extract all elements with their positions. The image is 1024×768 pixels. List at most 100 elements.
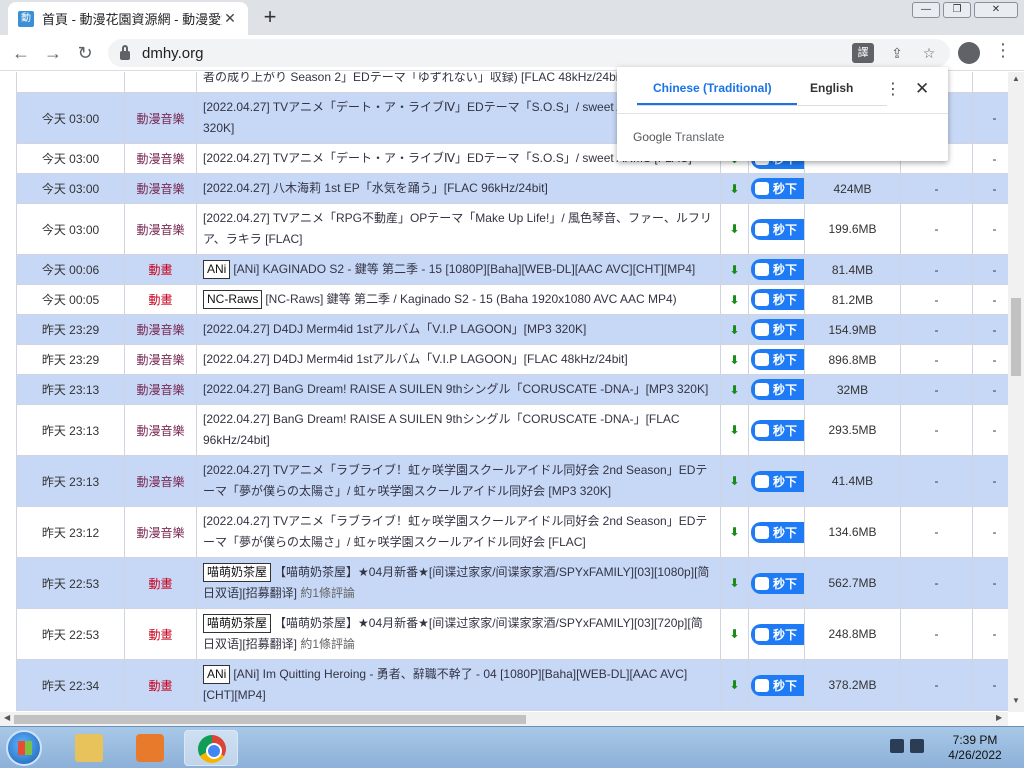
more-options-icon[interactable]: ⋮ (885, 79, 901, 99)
taskbar-explorer[interactable] (62, 730, 116, 766)
torrent-title-link[interactable]: [2022.04.27] TVアニメ「RPG不動産」OPテーマ「Make Up … (203, 211, 712, 246)
category-link[interactable]: 動漫音樂 (136, 383, 184, 397)
download-arrow-icon[interactable]: ⬇ (729, 353, 739, 367)
network-icon[interactable] (890, 739, 904, 753)
download-arrow-icon[interactable]: ⬇ (729, 576, 739, 590)
download-arrow-icon[interactable]: ⬇ (729, 525, 739, 539)
vertical-scrollbar[interactable]: ▲ ▼ (1008, 72, 1024, 712)
share-icon[interactable]: ⇪ (886, 43, 908, 63)
team-tag[interactable]: 喵萌奶茶屋 (203, 614, 272, 633)
download-arrow-icon[interactable]: ⬇ (729, 323, 739, 337)
close-window-button[interactable]: ✕ (974, 2, 1018, 18)
address-bar[interactable]: dmhy.org 譯 ⇪ ☆ (108, 39, 950, 67)
taskbar-media-player[interactable] (123, 730, 177, 766)
horizontal-scroll-thumb[interactable] (14, 715, 526, 724)
file-size: 896.8MB (804, 344, 901, 375)
start-button-icon[interactable] (6, 730, 42, 766)
magnet-download-button[interactable]: 秒下 (751, 470, 804, 492)
scroll-right-icon[interactable]: ▶ (996, 713, 1002, 722)
close-icon[interactable]: ✕ (915, 79, 929, 99)
category-link[interactable]: 動畫 (148, 628, 172, 642)
category-link[interactable]: 動漫音樂 (136, 223, 184, 237)
torrent-title-link[interactable]: [2022.04.27] BanG Dream! RAISE A SUILEN … (203, 382, 708, 396)
magnet-download-button[interactable]: 秒下 (751, 419, 804, 441)
torrent-title-link[interactable]: [ANi] KAGINADO S2 - 鍵等 第二季 - 15 [1080P][… (233, 262, 695, 276)
url-text[interactable]: dmhy.org (142, 45, 203, 62)
download-arrow-icon[interactable]: ⬇ (729, 474, 739, 488)
torrent-title-link[interactable]: [2022.04.27] TVアニメ「ラブライブ！虹ヶ咲学園スクールアイドル同好… (203, 514, 707, 549)
profile-avatar-icon[interactable] (958, 42, 980, 64)
category-link[interactable]: 動漫音樂 (136, 526, 184, 540)
torrent-title-link[interactable]: [2022.04.27] TVアニメ「ラブライブ！虹ヶ咲学園スクールアイドル同好… (203, 463, 707, 498)
tab-close-icon[interactable]: ✕ (222, 10, 238, 27)
translate-icon[interactable]: 譯 (852, 43, 874, 63)
magnet-download-button[interactable]: 秒下 (751, 178, 804, 199)
category-link[interactable]: 動畫 (148, 263, 172, 277)
magnet-download-button[interactable]: 秒下 (751, 349, 804, 370)
category-link[interactable]: 動漫音樂 (136, 323, 184, 337)
title-cell: [2022.04.27] 八木海莉 1st EP「水気を踊う」[FLAC 96k… (196, 173, 721, 204)
torrent-title-link[interactable]: [2022.04.27] 八木海莉 1st EP「水気を踊う」[FLAC 96k… (203, 181, 548, 195)
torrent-title-link[interactable]: [2022.04.27] D4DJ Merm4id 1stアルバム「V.I.P … (203, 322, 586, 336)
reload-button[interactable]: ↻ (72, 40, 98, 66)
download-arrow-icon[interactable]: ⬇ (729, 423, 739, 437)
category-link[interactable]: 動漫音樂 (136, 152, 184, 166)
system-clock[interactable]: 7:39 PM 4/26/2022 (940, 733, 1010, 763)
comment-count[interactable]: 約1條評論 (300, 637, 355, 651)
category-link[interactable]: 動畫 (148, 293, 172, 307)
category-link[interactable]: 動漫音樂 (136, 353, 184, 367)
magnet-download-button[interactable]: 秒下 (751, 521, 804, 543)
horizontal-scrollbar[interactable]: ◀ ▶ (0, 712, 1008, 726)
tab-english[interactable]: English (810, 81, 853, 95)
comment-count[interactable]: 約1條評論 (300, 586, 355, 600)
torrent-title-link[interactable]: 【喵萌奶茶屋】★04月新番★[间谍过家家/间谍家家酒/SPYxFAMILY][0… (203, 565, 709, 600)
download-arrow-icon[interactable]: ⬇ (729, 678, 739, 692)
back-button[interactable]: ← (8, 40, 34, 66)
download-arrow-icon[interactable]: ⬇ (729, 627, 739, 641)
category-link[interactable]: 動漫音樂 (136, 182, 184, 196)
torrent-title-link[interactable]: [2022.04.27] BanG Dream! RAISE A SUILEN … (203, 412, 680, 447)
category-link[interactable]: 動畫 (148, 577, 172, 591)
magnet-download-button[interactable]: 秒下 (751, 572, 804, 594)
category-link[interactable]: 動漫音樂 (136, 112, 184, 126)
minimize-button[interactable]: — (912, 2, 940, 18)
team-tag[interactable]: NC-Raws (203, 290, 263, 309)
browser-tab[interactable]: 動 首頁 - 動漫花園資源網 - 動漫愛好 ✕ (8, 2, 248, 35)
magnet-download-button[interactable]: 秒下 (751, 218, 804, 240)
new-tab-button[interactable]: + (258, 6, 282, 30)
vertical-scroll-thumb[interactable] (1011, 298, 1021, 376)
team-tag[interactable]: ANi (203, 665, 231, 684)
forward-button[interactable]: → (40, 40, 66, 66)
magnet-download-button[interactable]: 秒下 (751, 623, 804, 645)
scroll-left-icon[interactable]: ◀ (4, 713, 10, 722)
category-link[interactable]: 動漫音樂 (136, 424, 184, 438)
team-tag[interactable]: ANi (203, 260, 231, 279)
magnet-download-button[interactable]: 秒下 (751, 674, 804, 696)
taskbar-chrome[interactable] (184, 730, 238, 766)
tab-chinese-traditional[interactable]: Chinese (Traditional) (653, 81, 772, 95)
download-arrow-icon[interactable]: ⬇ (729, 383, 739, 397)
download-arrow-icon[interactable]: ⬇ (729, 293, 739, 307)
magnet-download-button[interactable]: 秒下 (751, 259, 804, 280)
torrent-title-link[interactable]: [2022.04.27] D4DJ Merm4id 1stアルバム「V.I.P … (203, 352, 628, 366)
download-arrow-icon[interactable]: ⬇ (729, 222, 739, 236)
lock-icon[interactable] (120, 44, 130, 60)
download-arrow-icon[interactable]: ⬇ (729, 182, 739, 196)
torrent-title-link[interactable]: [ANi] Im Quitting Heroing - 勇者、辭職不幹了 - 0… (203, 667, 687, 702)
torrent-title-link[interactable]: [2022.04.27] TVアニメ「デート・ア・ライブⅣ」EDテーマ「S.O.… (203, 100, 682, 135)
bookmark-star-icon[interactable]: ☆ (918, 43, 940, 63)
torrent-title-link[interactable]: 【喵萌奶茶屋】★04月新番★[间谍过家家/间谍家家酒/SPYxFAMILY][0… (203, 616, 703, 651)
category-link[interactable]: 動漫音樂 (136, 475, 184, 489)
magnet-download-button[interactable]: 秒下 (751, 289, 804, 310)
scroll-down-icon[interactable]: ▼ (1012, 696, 1020, 705)
torrent-title-link[interactable]: [NC-Raws] 鍵等 第二季 / Kaginado S2 - 15 (Bah… (265, 292, 676, 306)
download-arrow-icon[interactable]: ⬇ (729, 263, 739, 277)
maximize-button[interactable]: ❐ (943, 2, 971, 18)
category-link[interactable]: 動畫 (148, 679, 172, 693)
team-tag[interactable]: 喵萌奶茶屋 (203, 563, 272, 582)
volume-icon[interactable] (910, 739, 924, 753)
magnet-download-button[interactable]: 秒下 (751, 379, 804, 400)
magnet-download-button[interactable]: 秒下 (751, 319, 804, 340)
browser-menu-icon[interactable]: ⋮ (994, 40, 1012, 61)
scroll-up-icon[interactable]: ▲ (1012, 74, 1020, 83)
